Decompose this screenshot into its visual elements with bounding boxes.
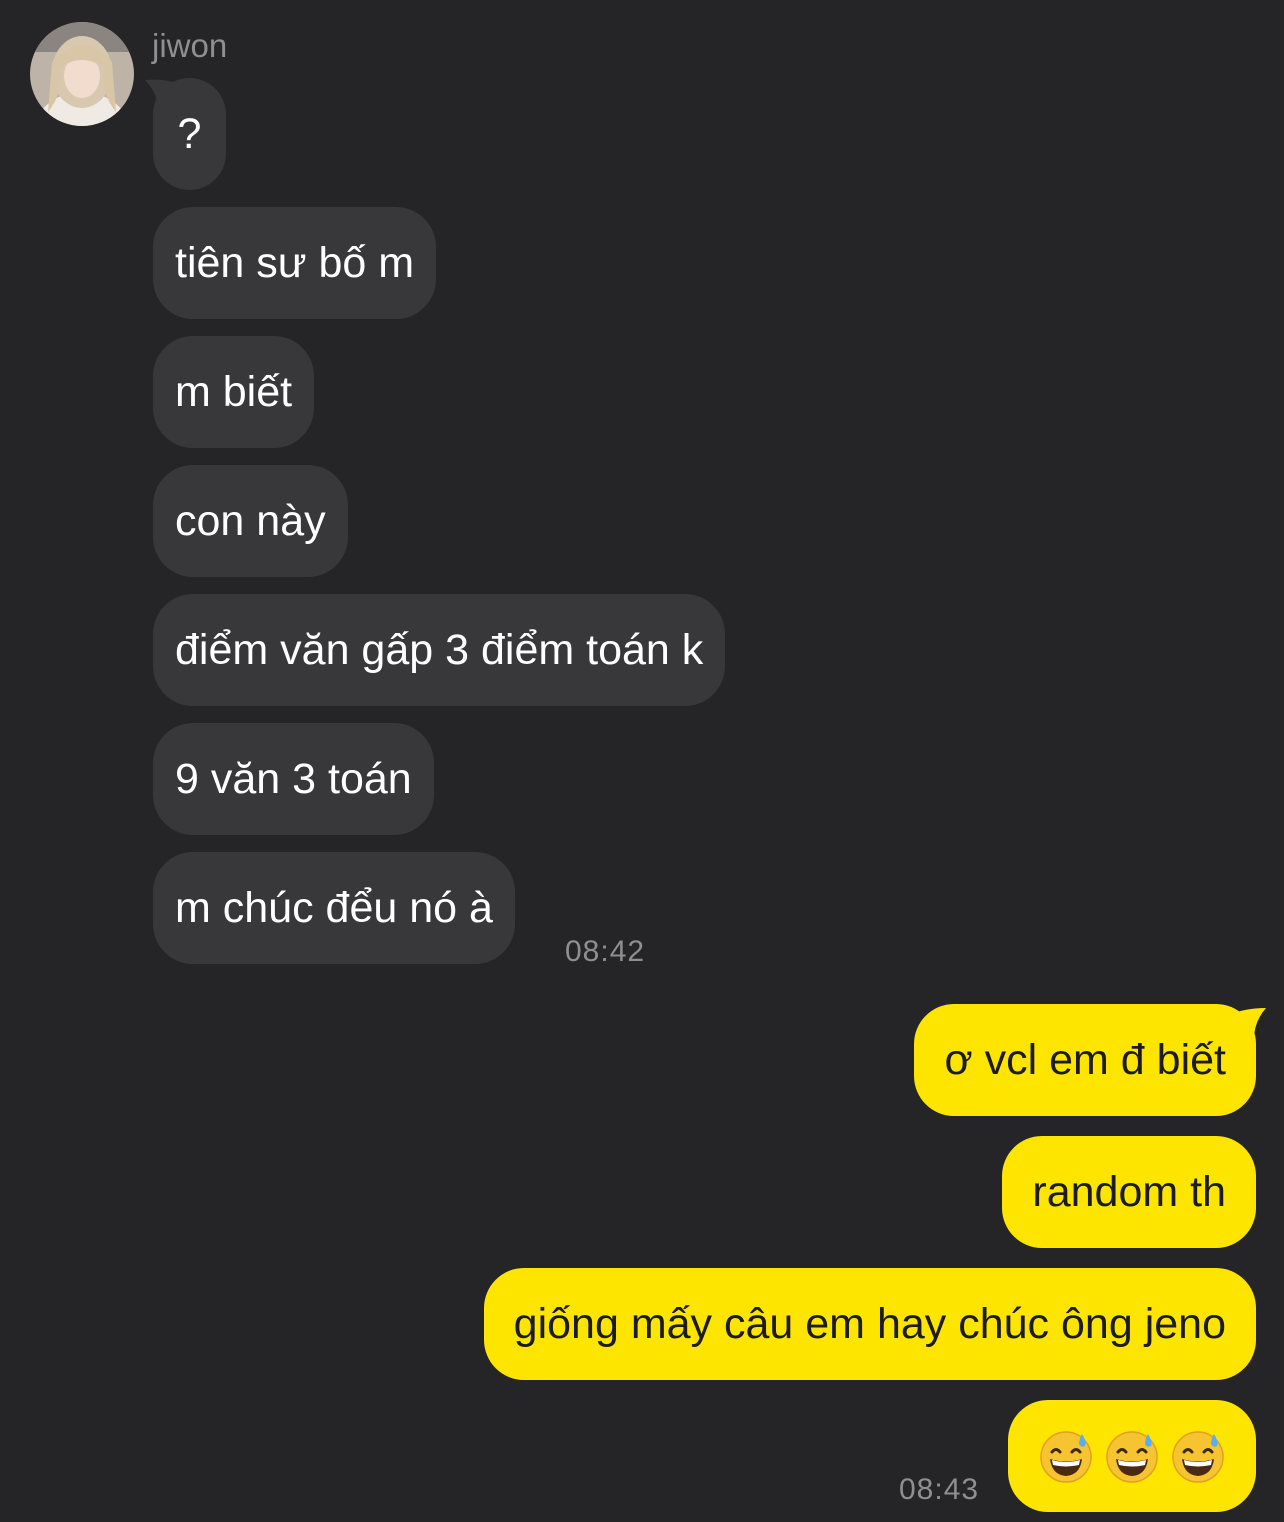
message-text: con này (175, 496, 326, 545)
message-text: m chúc đểu nó à (175, 883, 493, 932)
message-text: ? (177, 109, 202, 158)
message-text: giống mấy câu em hay chúc ông jeno (513, 1299, 1226, 1348)
grinning-face-with-sweat-icon (1172, 1431, 1224, 1483)
emoji-row (1038, 1428, 1226, 1484)
message-text: 9 văn 3 toán (175, 754, 412, 803)
message-timestamp: 08:43 (899, 1473, 980, 1506)
outgoing-message[interactable]: ơ vcl em đ biết (914, 1004, 1256, 1116)
incoming-message[interactable]: m chúc đểu nó à (153, 852, 515, 964)
profile-photo-avatar-icon (30, 22, 134, 126)
incoming-message[interactable]: m biết (153, 336, 315, 448)
incoming-message[interactable]: điểm văn gấp 3 điểm toán k (153, 594, 726, 706)
message-timestamp: 08:42 (565, 935, 646, 968)
message-text: m biết (175, 367, 293, 416)
message-text: tiên sư bố m (175, 238, 415, 287)
grinning-face-with-sweat-icon (1106, 1431, 1158, 1483)
message-text: ơ vcl em đ biết (944, 1035, 1226, 1084)
sender-avatar[interactable] (30, 22, 134, 126)
outgoing-message[interactable]: giống mấy câu em hay chúc ông jeno (483, 1268, 1256, 1380)
incoming-message[interactable]: 9 văn 3 toán (153, 723, 434, 835)
incoming-message[interactable]: ? (153, 78, 226, 190)
message-text: random th (1032, 1167, 1226, 1216)
message-text: điểm văn gấp 3 điểm toán k (175, 625, 704, 674)
incoming-message[interactable]: tiên sư bố m (153, 207, 437, 319)
sender-name: jiwon (152, 27, 228, 64)
outgoing-message[interactable] (1008, 1400, 1256, 1512)
incoming-message[interactable]: con này (153, 465, 348, 577)
outgoing-message[interactable]: random th (1002, 1136, 1256, 1248)
grinning-face-with-sweat-icon (1040, 1431, 1092, 1483)
